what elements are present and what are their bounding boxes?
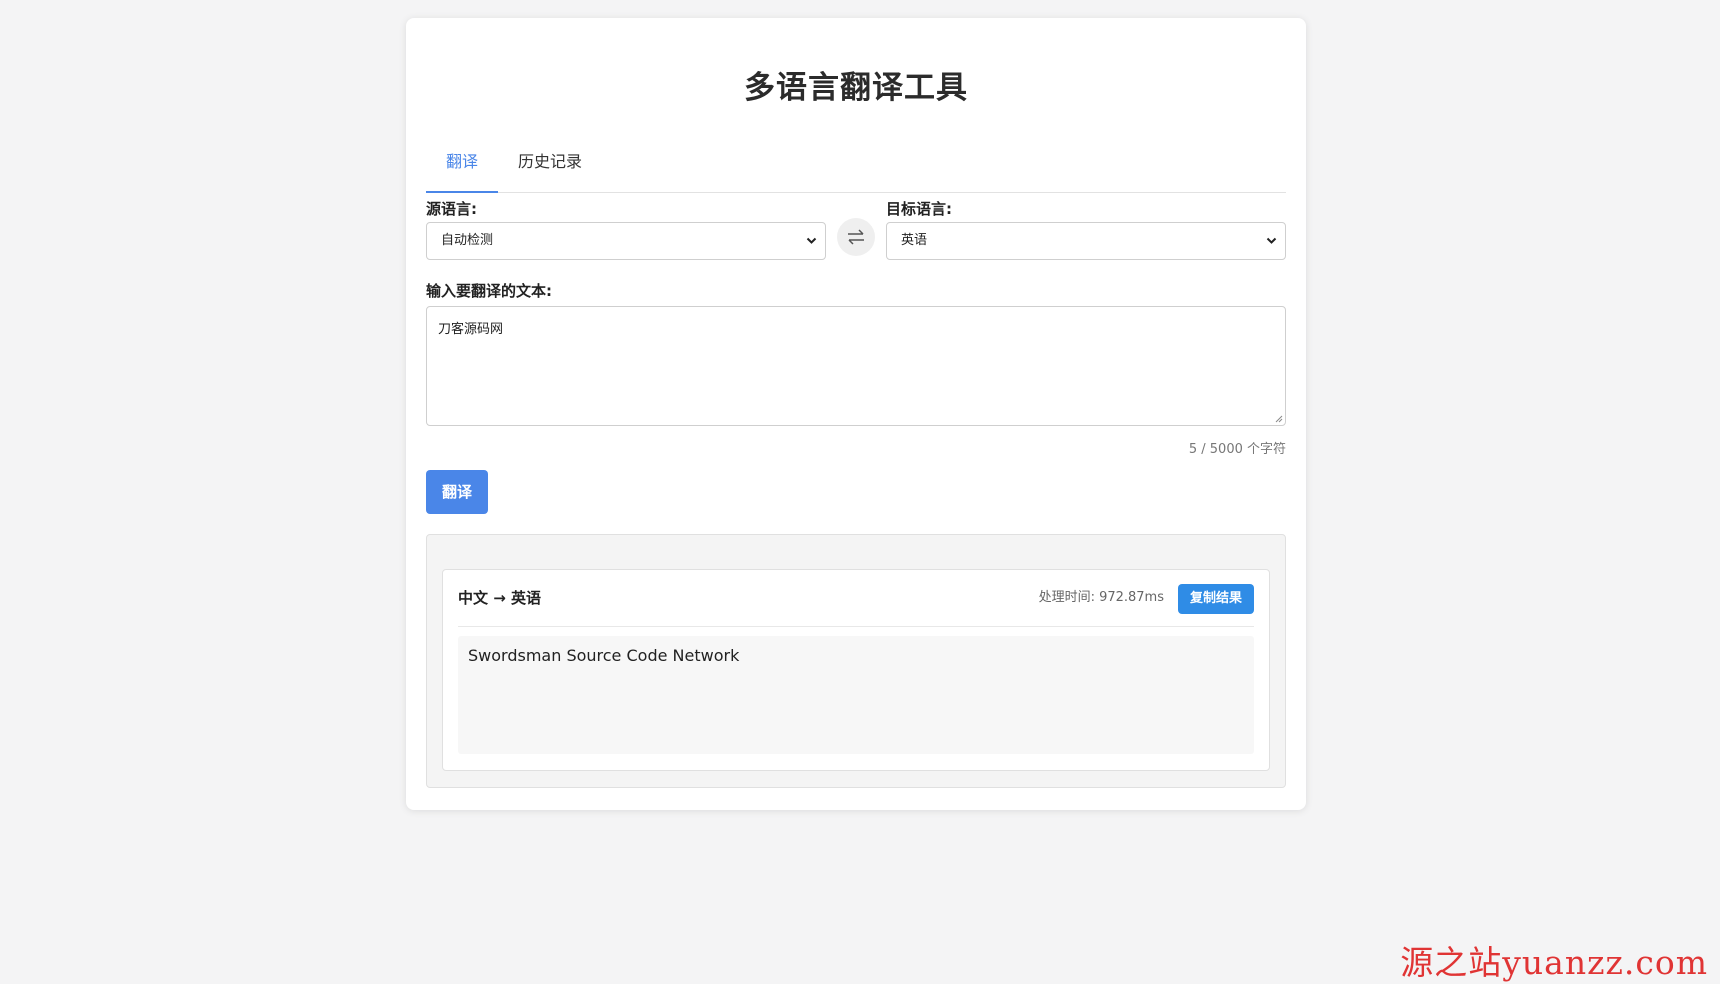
source-text-input[interactable]: 刀客源码网	[426, 306, 1286, 426]
source-language-label: 源语言:	[426, 200, 477, 218]
target-language-label: 目标语言:	[886, 200, 952, 218]
source-language-select[interactable]: 自动检测	[426, 222, 826, 260]
copy-result-button[interactable]: 复制结果	[1178, 584, 1254, 614]
source-language-value: 自动检测	[441, 233, 494, 248]
target-language-select[interactable]: 英语	[886, 222, 1286, 260]
tab-bar: 翻译 历史记录	[426, 140, 1286, 193]
result-card: 中文 → 英语 处理时间: 972.87ms 复制结果 Swordsman So…	[442, 569, 1270, 771]
result-header: 中文 → 英语 处理时间: 972.87ms 复制结果	[458, 570, 1254, 627]
translated-text: Swordsman Source Code Network	[458, 636, 1254, 754]
tab-history[interactable]: 历史记录	[498, 140, 602, 191]
translate-button[interactable]: 翻译	[426, 470, 488, 514]
processing-time: 处理时间: 972.87ms	[1038, 590, 1164, 605]
character-counter: 5 / 5000 个字符	[1188, 442, 1286, 457]
result-container: 中文 → 英语 处理时间: 972.87ms 复制结果 Swordsman So…	[426, 534, 1286, 788]
language-pair: 中文 → 英语	[458, 589, 542, 607]
swap-languages-button[interactable]	[837, 218, 875, 256]
tab-translate[interactable]: 翻译	[426, 140, 498, 193]
chevron-down-icon	[806, 223, 817, 274]
translator-card: 多语言翻译工具 翻译 历史记录 源语言: 自动检测 目标语言: 英语 输入要翻译…	[406, 18, 1306, 810]
chevron-down-icon	[1266, 223, 1277, 274]
target-language-value: 英语	[901, 233, 928, 248]
swap-arrows-icon	[848, 229, 864, 245]
page-title: 多语言翻译工具	[744, 70, 968, 106]
watermark: 源之站yuanzz.com	[1400, 943, 1708, 982]
resize-handle-icon[interactable]	[1275, 415, 1283, 423]
source-text-value: 刀客源码网	[438, 322, 504, 337]
input-text-label: 输入要翻译的文本:	[426, 282, 552, 300]
